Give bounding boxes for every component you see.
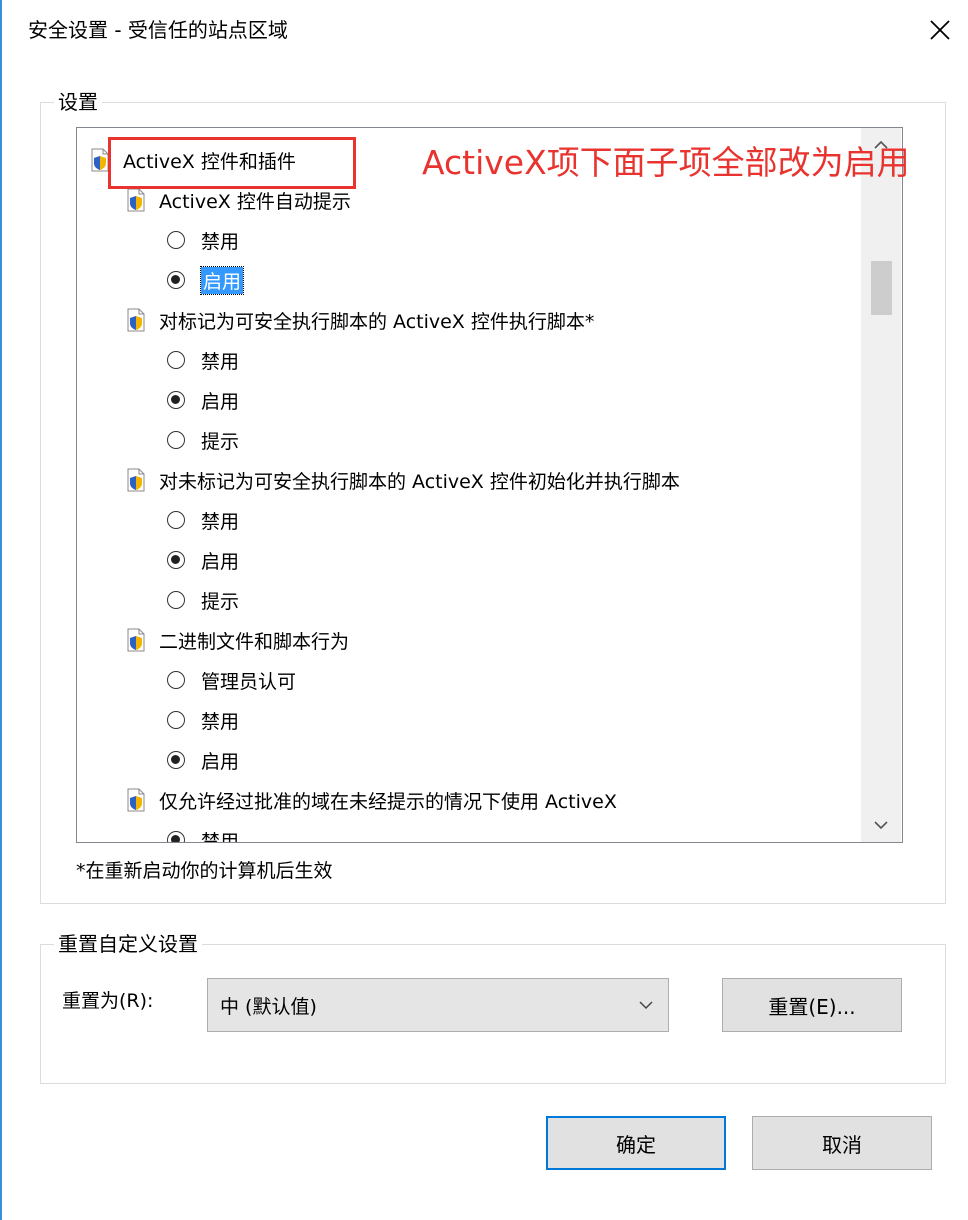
annotation-text: ActiveX项下面子项全部改为启用 (422, 143, 910, 182)
radio-button[interactable] (167, 271, 185, 289)
option-label: 禁用 (201, 510, 240, 533)
radio-button[interactable] (167, 551, 185, 569)
option-label: 启用 (199, 265, 245, 295)
setting-doc-icon (127, 628, 145, 652)
reset-level-value: 中 (默认值) (220, 995, 317, 1018)
cancel-button[interactable]: 取消 (752, 1116, 932, 1170)
option-label: 提示 (201, 590, 240, 613)
scroll-thumb[interactable] (871, 261, 892, 315)
radio-button[interactable] (167, 511, 185, 529)
chevron-down-icon (639, 1001, 653, 1010)
close-button[interactable] (918, 8, 962, 52)
chevron-down-icon[interactable] (873, 820, 889, 830)
tree-setting-row: 对标记为可安全执行脚本的 ActiveX 控件执行脚本* (127, 303, 594, 337)
reset-button[interactable]: 重置(E)... (722, 978, 902, 1032)
reset-level-select[interactable]: 中 (默认值) (207, 978, 669, 1032)
option-label: 禁用 (201, 830, 240, 843)
tree-option-row[interactable]: 禁用 (167, 503, 239, 537)
setting-label: 对标记为可安全执行脚本的 ActiveX 控件执行脚本* (159, 310, 595, 333)
setting-label: 二进制文件和脚本行为 (159, 630, 350, 653)
settings-tree-content: ActiveX 控件和插件 ActiveX 控件自动提示 禁用 启用 对标记为可安全执行… (77, 128, 861, 842)
tree-option-row[interactable]: 禁用 (167, 343, 239, 377)
radio-button[interactable] (167, 351, 185, 369)
tree-option-row[interactable]: 提示 (167, 423, 239, 457)
option-label: 禁用 (201, 350, 240, 373)
tree-option-row[interactable]: 禁用 (167, 823, 239, 842)
tree-option-row[interactable]: 禁用 (167, 223, 239, 257)
setting-doc-icon (127, 788, 145, 812)
window-border (0, 0, 2, 1220)
setting-label: 对未标记为可安全执行脚本的 ActiveX 控件初始化并执行脚本 (159, 470, 680, 493)
vertical-scrollbar[interactable] (861, 128, 901, 842)
setting-label: ActiveX 控件自动提示 (159, 190, 351, 213)
tree-option-row[interactable]: 提示 (167, 583, 239, 617)
radio-button[interactable] (167, 591, 185, 609)
setting-doc-icon (127, 468, 145, 492)
close-icon[interactable] (918, 8, 962, 52)
tree-option-row[interactable]: 启用 (167, 383, 239, 417)
setting-doc-icon (127, 188, 145, 212)
window-title: 安全设置 - 受信任的站点区域 (28, 18, 288, 42)
ok-button[interactable]: 确定 (546, 1116, 726, 1170)
settings-group-legend: 设置 (54, 88, 102, 116)
settings-tree[interactable]: ActiveX 控件和插件 ActiveX 控件自动提示 禁用 启用 对标记为可安全执行… (76, 127, 903, 843)
tree-setting-row: 对未标记为可安全执行脚本的 ActiveX 控件初始化并执行脚本 (127, 463, 680, 497)
option-label: 启用 (201, 550, 240, 573)
tree-option-row[interactable]: 启用 (167, 543, 239, 577)
radio-button[interactable] (167, 671, 185, 689)
reset-to-label: 重置为(R): (62, 990, 154, 1012)
radio-button[interactable] (167, 711, 185, 729)
tree-option-row[interactable]: 启用 (167, 263, 245, 297)
scroll-down-button[interactable] (861, 808, 901, 842)
tree-setting-row: 仅允许经过批准的域在未经提示的情况下使用 ActiveX (127, 783, 617, 817)
radio-button[interactable] (167, 831, 185, 842)
option-label: 禁用 (201, 710, 240, 733)
reset-group-legend: 重置自定义设置 (54, 930, 202, 958)
option-label: 启用 (201, 750, 240, 773)
option-label: 启用 (201, 390, 240, 413)
radio-button[interactable] (167, 391, 185, 409)
option-label: 禁用 (201, 230, 240, 253)
option-label: 管理员认可 (201, 670, 297, 693)
tree-option-row[interactable]: 管理员认可 (167, 663, 296, 697)
tree-option-row[interactable]: 禁用 (167, 703, 239, 737)
tree-setting-row: 二进制文件和脚本行为 (127, 623, 349, 657)
tree-option-row[interactable]: 启用 (167, 743, 239, 777)
radio-button[interactable] (167, 231, 185, 249)
annotation-highlight-box (108, 137, 356, 189)
setting-doc-icon (127, 308, 145, 332)
setting-label: 仅允许经过批准的域在未经提示的情况下使用 ActiveX (159, 790, 617, 813)
radio-button[interactable] (167, 431, 185, 449)
radio-button[interactable] (167, 751, 185, 769)
settings-category-icon (91, 148, 109, 172)
option-label: 提示 (201, 430, 240, 453)
restart-footnote: *在重新启动你的计算机后生效 (76, 860, 333, 882)
